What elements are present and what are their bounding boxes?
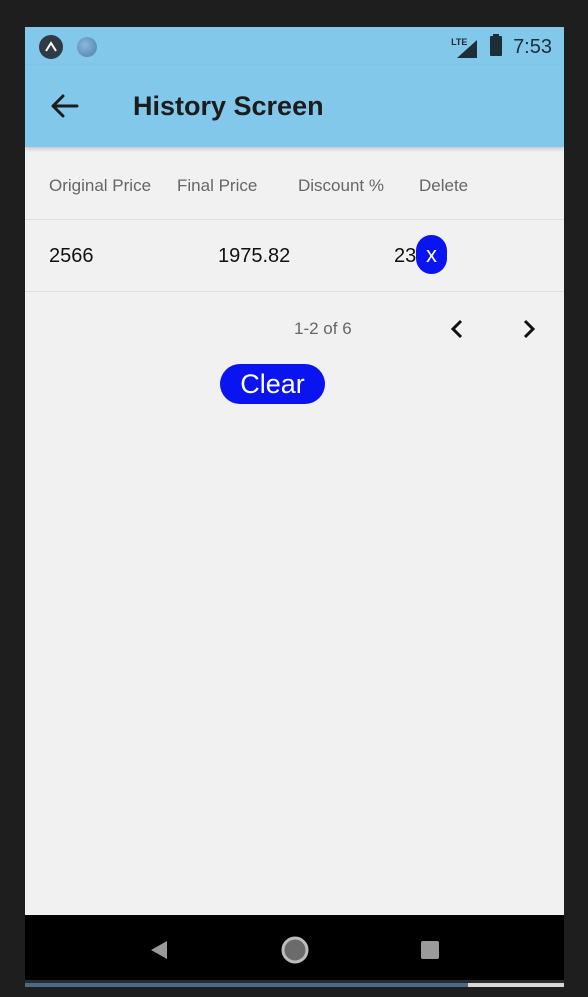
column-header-original-price: Original Price bbox=[49, 176, 152, 195]
table-row: 2566 1975.82 23 x bbox=[25, 219, 564, 292]
bottom-strip bbox=[25, 980, 564, 987]
battery-icon bbox=[489, 34, 503, 61]
progress-strip-remainder bbox=[468, 983, 564, 987]
page-title: History Screen bbox=[133, 91, 324, 121]
circle-notification-icon bbox=[77, 37, 97, 57]
back-triangle-icon bbox=[151, 941, 167, 959]
arrow-left-icon bbox=[51, 94, 79, 118]
previous-page-button[interactable] bbox=[447, 318, 467, 340]
final-price-cell: 1975.82 bbox=[218, 245, 291, 267]
lte-signal-icon: LTE bbox=[451, 37, 479, 59]
phone-screen: LTE 7:53 History Screen Original Price F… bbox=[25, 27, 564, 987]
app-notification-icon bbox=[39, 35, 63, 59]
chevron-right-icon bbox=[523, 319, 536, 339]
pagination-label: 1-2 of 6 bbox=[294, 319, 352, 338]
home-circle-icon bbox=[281, 936, 309, 964]
status-time: 7:53 bbox=[513, 36, 552, 58]
discount-cell: 23 bbox=[394, 245, 417, 267]
chevron-left-icon bbox=[450, 319, 463, 339]
column-header-delete: Delete bbox=[419, 176, 469, 195]
next-page-button[interactable] bbox=[519, 318, 539, 340]
clear-button[interactable]: Clear bbox=[220, 364, 325, 404]
nav-recents-button[interactable] bbox=[421, 941, 439, 964]
column-header-final-price: Final Price bbox=[177, 176, 258, 195]
back-button[interactable] bbox=[49, 91, 81, 121]
status-bar: LTE 7:53 bbox=[25, 27, 564, 65]
android-nav-bar bbox=[25, 915, 564, 980]
app-bar: History Screen bbox=[25, 65, 564, 147]
column-header-discount: Discount % bbox=[298, 176, 384, 195]
table-header: Original Price Final Price Discount % De… bbox=[25, 148, 564, 220]
progress-strip bbox=[25, 983, 468, 987]
nav-home-button[interactable] bbox=[280, 935, 310, 970]
nav-back-button[interactable] bbox=[149, 939, 169, 966]
recents-square-icon bbox=[421, 941, 439, 959]
delete-row-button[interactable]: x bbox=[416, 235, 447, 274]
original-price-cell: 2566 bbox=[49, 245, 94, 267]
